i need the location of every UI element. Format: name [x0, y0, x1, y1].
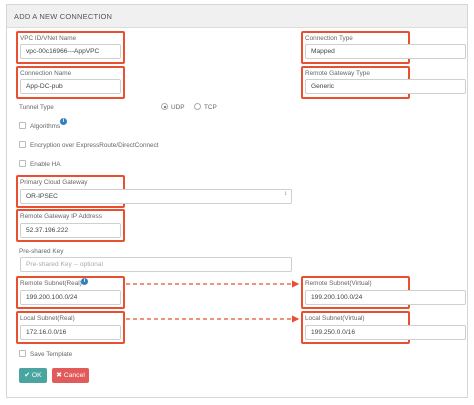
mapping-arrows: [126, 280, 300, 323]
